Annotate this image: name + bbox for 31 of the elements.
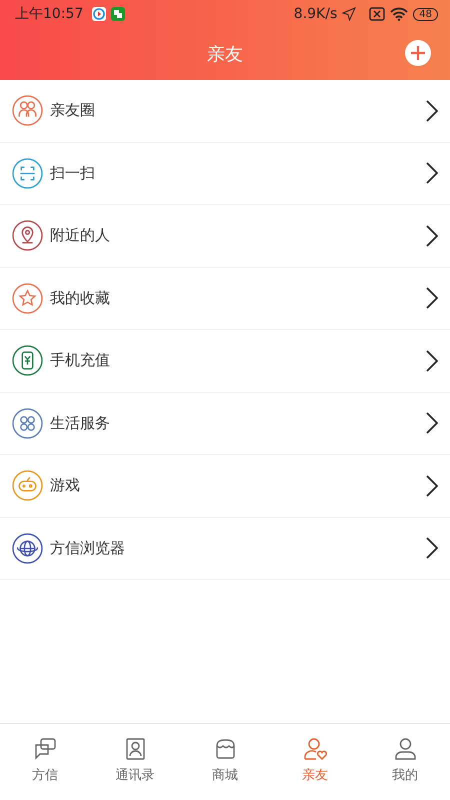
chevron-right-icon	[426, 224, 438, 247]
menu-item[interactable]: 方信浏览器	[0, 518, 450, 580]
nav-tab[interactable]: 通讯录	[90, 724, 180, 800]
menu-item[interactable]: 附近的人	[0, 205, 450, 268]
status-time: 上午10:57	[15, 5, 84, 23]
location-arrow-icon	[342, 7, 356, 21]
network-speed: 8.9K/s	[294, 6, 338, 22]
nav-tab[interactable]: 方信	[0, 724, 90, 800]
chevron-right-icon	[426, 162, 438, 184]
chevron-right-icon	[426, 287, 438, 310]
chat-app-icon	[111, 7, 126, 21]
no-sim-icon	[369, 7, 386, 21]
battery-level: 48	[413, 8, 438, 20]
chevron-right-icon	[426, 412, 438, 434]
wifi-icon	[390, 7, 408, 21]
chevron-right-icon	[426, 100, 438, 122]
menu-item[interactable]: 亲友圈	[0, 80, 450, 142]
menu-item[interactable]: 扫一扫	[0, 142, 450, 205]
chevron-right-icon	[426, 537, 438, 560]
add-button[interactable]	[404, 39, 432, 67]
chevron-right-icon	[426, 474, 438, 497]
chevron-right-icon	[426, 350, 438, 372]
menu-item[interactable]: 我的收藏	[0, 268, 450, 330]
nav-tab[interactable]: 商城	[180, 724, 270, 800]
page-title: 亲友	[207, 43, 243, 66]
menu-item[interactable]: 生活服务	[0, 392, 450, 455]
friends-icon	[302, 736, 328, 762]
nav-tab[interactable]: 我的	[360, 724, 450, 800]
video-app-icon	[92, 7, 106, 21]
menu-item[interactable]: 游戏	[0, 455, 450, 518]
menu-item[interactable]: 手机充值	[0, 330, 450, 392]
